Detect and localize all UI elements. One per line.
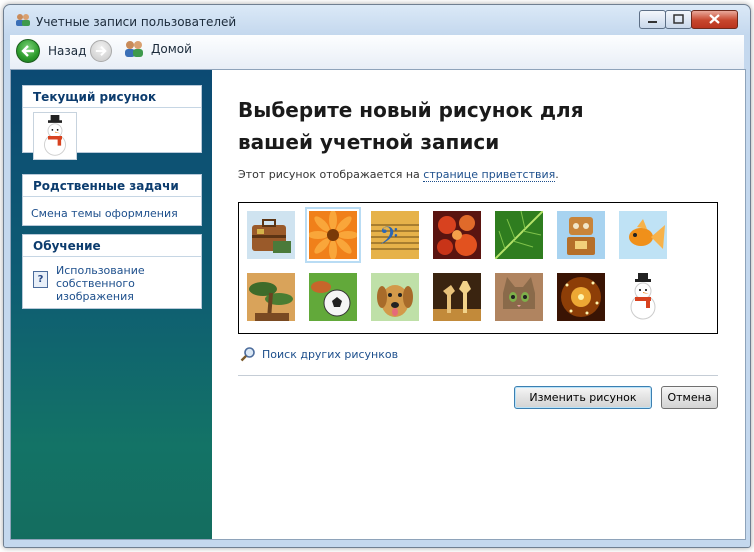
picture-leaf[interactable] bbox=[494, 210, 544, 260]
picture-flower[interactable] bbox=[305, 207, 361, 263]
description-suffix: . bbox=[555, 168, 559, 181]
left-pane: Текущий рисунок Родственные задачи Смена… bbox=[11, 70, 212, 539]
svg-text:𝄢: 𝄢 bbox=[379, 222, 398, 257]
change-theme-link[interactable]: Смена темы оформления bbox=[31, 207, 178, 220]
description-prefix: Этот рисунок отображается на bbox=[238, 168, 424, 181]
users-home-icon bbox=[125, 41, 143, 57]
learning-panel: Обучение ? Использование собственного из… bbox=[22, 234, 202, 309]
welcome-screen-link[interactable]: странице приветствия bbox=[423, 168, 556, 182]
use-own-image-link[interactable]: ? Использование собственного изображения bbox=[33, 264, 166, 303]
home-button[interactable]: Домой bbox=[123, 40, 192, 58]
picture-snowman[interactable] bbox=[619, 273, 667, 321]
related-tasks-heading: Родственные задачи bbox=[23, 175, 201, 197]
picture-grid: 𝄢 bbox=[238, 202, 718, 334]
picture-music-note[interactable]: 𝄢 bbox=[371, 211, 419, 259]
window-title: Учетные записи пользователей bbox=[36, 15, 237, 29]
change-picture-button[interactable]: Изменить рисунок bbox=[514, 386, 652, 409]
current-picture-panel: Текущий рисунок bbox=[22, 85, 202, 160]
current-picture-heading: Текущий рисунок bbox=[23, 86, 201, 108]
minimize-button[interactable] bbox=[639, 10, 666, 29]
close-button[interactable] bbox=[691, 10, 738, 29]
back-label: Назад bbox=[48, 44, 87, 58]
maximize-icon bbox=[673, 14, 684, 24]
picture-chess[interactable] bbox=[433, 273, 481, 321]
navigation-bar: Назад Домой bbox=[10, 35, 744, 69]
browse-pictures-link[interactable]: Поиск других рисунков bbox=[240, 346, 398, 362]
maximize-button[interactable] bbox=[665, 10, 692, 29]
forward-button[interactable] bbox=[90, 40, 112, 62]
title-bar[interactable]: Учетные записи пользователей bbox=[4, 5, 750, 35]
picture-sparkles[interactable] bbox=[557, 273, 605, 321]
magnifier-icon bbox=[240, 347, 255, 362]
close-icon bbox=[709, 14, 720, 24]
back-button[interactable]: Назад bbox=[16, 39, 86, 63]
home-label: Домой bbox=[151, 42, 192, 56]
picture-starfish[interactable] bbox=[433, 211, 481, 259]
picture-soccer-ball[interactable] bbox=[309, 273, 357, 321]
picture-bonsai[interactable] bbox=[247, 273, 295, 321]
back-arrow-icon bbox=[16, 39, 40, 63]
minimize-icon bbox=[648, 21, 657, 23]
separator bbox=[238, 375, 718, 376]
app-window: Учетные записи пользователей Назад Домой bbox=[3, 4, 751, 548]
current-picture bbox=[33, 112, 77, 160]
picture-robot[interactable] bbox=[557, 211, 605, 259]
help-icon: ? bbox=[33, 271, 48, 288]
forward-arrow-icon bbox=[95, 45, 107, 57]
picture-kitten[interactable] bbox=[495, 273, 543, 321]
learning-heading: Обучение bbox=[23, 235, 201, 257]
content-area: Текущий рисунок Родственные задачи Смена… bbox=[10, 69, 746, 540]
cancel-button[interactable]: Отмена bbox=[661, 386, 718, 409]
picture-suitcase[interactable] bbox=[247, 211, 295, 259]
description: Этот рисунок отображается на странице пр… bbox=[238, 168, 559, 182]
users-icon bbox=[16, 14, 30, 26]
picture-goldfish[interactable] bbox=[619, 211, 667, 259]
browse-pictures-label: Поиск других рисунков bbox=[262, 347, 399, 361]
page-title: Выберите новый рисунок для вашей учетной… bbox=[238, 98, 584, 154]
related-tasks-panel: Родственные задачи Смена темы оформления bbox=[22, 174, 202, 226]
picture-dog[interactable] bbox=[371, 273, 419, 321]
use-own-image-label: Использование собственного изображения bbox=[56, 264, 145, 303]
